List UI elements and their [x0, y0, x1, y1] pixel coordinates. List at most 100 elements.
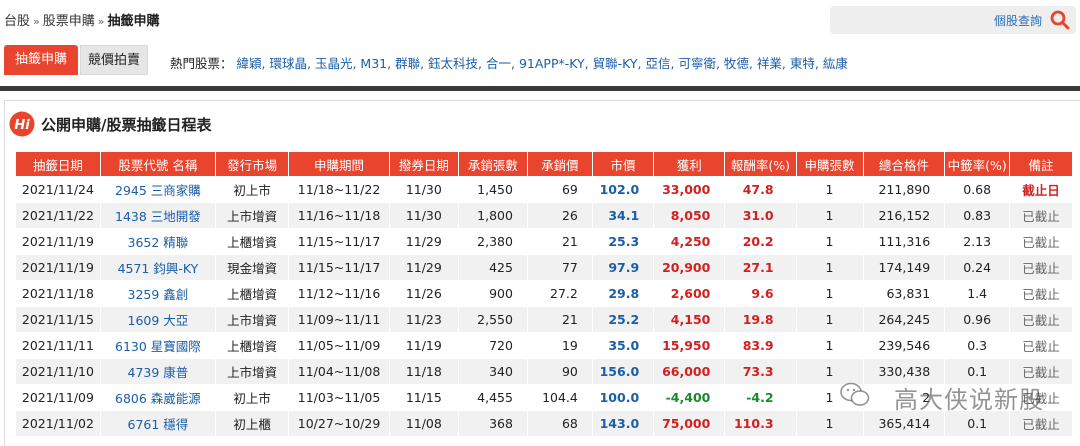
cell-apply-lots: 1 [795, 358, 864, 385]
cell-profit: 75,000 [653, 410, 726, 437]
hot-stock-separator: , [478, 56, 486, 71]
search-icon[interactable] [1050, 10, 1070, 30]
hot-stock-link[interactable]: 東特 [790, 56, 815, 71]
cell-stock-link[interactable]: 1609 大亞 [99, 306, 217, 333]
cell-profit: 4,250 [653, 228, 726, 255]
table-row: 2021/11/19 3652 精聯 上櫃增資 11/15~11/17 11/29 2,3… [15, 228, 1073, 255]
hot-stock-link[interactable]: 亞信 [645, 56, 670, 71]
cell-apply-lots: 1 [795, 280, 864, 307]
hi-logo-text: Hi [14, 118, 30, 133]
cell-allocation-date: 11/18 [388, 358, 459, 385]
cell-market-price: 25.2 [591, 306, 655, 333]
cell-stock-link[interactable]: 4739 康普 [99, 358, 217, 385]
cell-market: 上市增資 [214, 202, 290, 229]
header-note: 備註 [1009, 151, 1073, 177]
stock-search-box[interactable]: 個股查詢 [830, 6, 1076, 34]
tab-auction[interactable]: 競價拍賣 [80, 45, 148, 75]
cell-market: 上櫃增資 [214, 280, 290, 307]
cell-draw-date: 2021/11/02 [15, 410, 101, 437]
hot-stock-separator: , [814, 56, 823, 71]
cell-offer-price: 77 [526, 254, 593, 281]
watermark-text: 高大侠说新股 [894, 386, 1044, 414]
cell-market-price: 100.0 [591, 384, 655, 411]
hot-stock-link[interactable]: 環球晶 [269, 56, 307, 71]
header-draw-date: 抽籤日期 [15, 151, 101, 177]
cell-underwrite-lots: 368 [457, 410, 528, 437]
stock-search-label[interactable]: 個股查詢 [994, 12, 1042, 29]
cell-stock-link[interactable]: 6130 星寶國際 [99, 332, 217, 359]
tab-lottery-subscription[interactable]: 抽籤申購 [4, 45, 78, 75]
table-row: 2021/11/24 2945 三商家購 初上市 11/18~11/22 11/30 1,… [15, 176, 1073, 203]
cell-period: 11/18~11/22 [288, 176, 390, 203]
cell-allocation-date: 11/29 [388, 254, 459, 281]
cell-draw-date: 2021/11/11 [15, 332, 101, 359]
cell-apply-lots: 1 [795, 176, 864, 203]
header-market-price: 市價 [591, 151, 655, 177]
cell-note: 截止日 [1009, 176, 1073, 203]
cell-qualified: 174,149 [862, 254, 946, 281]
hot-stock-link[interactable]: 牧德 [724, 56, 749, 71]
hot-stock-separator: , [387, 56, 396, 71]
cell-qualified: 216,152 [862, 202, 946, 229]
cell-stock-link[interactable]: 6761 穩得 [99, 410, 217, 437]
header-market: 發行市場 [214, 151, 290, 177]
sub-navigation: 抽籤申購 競價拍賣 熱門股票： 緯穎, 環球晶, 玉晶光, M31, 群聯, 鈺… [4, 45, 1074, 76]
cell-market-price: 34.1 [591, 202, 655, 229]
hot-stock-link[interactable]: 緯穎 [237, 56, 262, 71]
cell-stock-link[interactable]: 1438 三地開發 [99, 202, 217, 229]
cell-market: 初上市 [214, 176, 290, 203]
cell-period: 11/03~11/05 [288, 384, 390, 411]
hot-stock-link[interactable]: 群聯 [395, 56, 420, 71]
cell-stock-link[interactable]: 3652 精聯 [99, 228, 217, 255]
cell-profit: 66,000 [653, 358, 726, 385]
cell-allocation-date: 11/23 [388, 306, 459, 333]
breadcrumb-item-taiwan-stock[interactable]: 台股 [4, 14, 30, 29]
hot-stock-separator: , [420, 56, 429, 71]
hot-stock-separator: , [584, 56, 593, 71]
cell-market: 上市增資 [214, 306, 290, 333]
header-win-rate: 中籤率(%) [944, 151, 1011, 177]
cell-offer-price: 26 [526, 202, 593, 229]
cell-market: 上櫃增資 [214, 332, 290, 359]
hot-stock-link[interactable]: 合一 [486, 56, 511, 71]
hot-stock-link[interactable]: 91APP*-KY [519, 56, 585, 71]
cell-stock-link[interactable]: 3259 鑫創 [99, 280, 217, 307]
hot-stocks-label: 熱門股票： [170, 56, 233, 71]
cell-stock-link[interactable]: 6806 森崴能源 [99, 384, 217, 411]
hot-stock-link[interactable]: 貿聯-KY [593, 56, 638, 71]
hot-stock-link[interactable]: 鈺太科技 [428, 56, 478, 71]
cell-profit: 20,900 [653, 254, 726, 281]
hot-stock-link[interactable]: 祥業 [757, 56, 782, 71]
hot-stock-separator: , [715, 56, 724, 71]
cell-allocation-date: 11/19 [388, 332, 459, 359]
hot-stock-link[interactable]: M31 [360, 56, 387, 71]
cell-underwrite-lots: 900 [457, 280, 528, 307]
cell-market: 初上櫃 [214, 410, 290, 437]
cell-stock-link[interactable]: 4571 鈞興-KY [99, 254, 217, 281]
cell-allocation-date: 11/30 [388, 202, 459, 229]
cell-period: 11/15~11/17 [288, 254, 390, 281]
breadcrumb-item-ipo[interactable]: 股票申購 [43, 14, 95, 29]
cell-profit: 2,600 [653, 280, 726, 307]
cell-stock-link[interactable]: 2945 三商家購 [99, 176, 217, 203]
cell-market-price: 102.0 [591, 176, 655, 203]
cell-allocation-date: 11/15 [388, 384, 459, 411]
hot-stock-link[interactable]: 可寧衛 [678, 56, 716, 71]
cell-draw-date: 2021/11/24 [15, 176, 101, 203]
hi-logo-icon: Hi [9, 111, 35, 137]
table-row: 2021/11/22 1438 三地開發 上市增資 11/16~11/18 11/30 1… [15, 202, 1073, 229]
cell-note: 已截止 [1009, 332, 1073, 359]
header-period: 申購期間 [288, 151, 390, 177]
hot-stock-link[interactable]: 紘康 [823, 56, 848, 71]
hot-stock-link[interactable]: 玉晶光 [315, 56, 353, 71]
hot-stock-separator: , [306, 56, 315, 71]
cell-market-price: 97.9 [591, 254, 655, 281]
cell-allocation-date: 11/08 [388, 410, 459, 437]
cell-profit: 4,150 [653, 306, 726, 333]
cell-return: 83.9 [724, 332, 797, 359]
cell-market-price: 156.0 [591, 358, 655, 385]
hot-stock-separator: , [748, 56, 757, 71]
table-row: 2021/11/11 6130 星寶國際 上櫃增資 11/05~11/09 11/19 7… [15, 332, 1073, 359]
section-divider [0, 86, 1080, 91]
cell-period: 11/05~11/09 [288, 332, 390, 359]
